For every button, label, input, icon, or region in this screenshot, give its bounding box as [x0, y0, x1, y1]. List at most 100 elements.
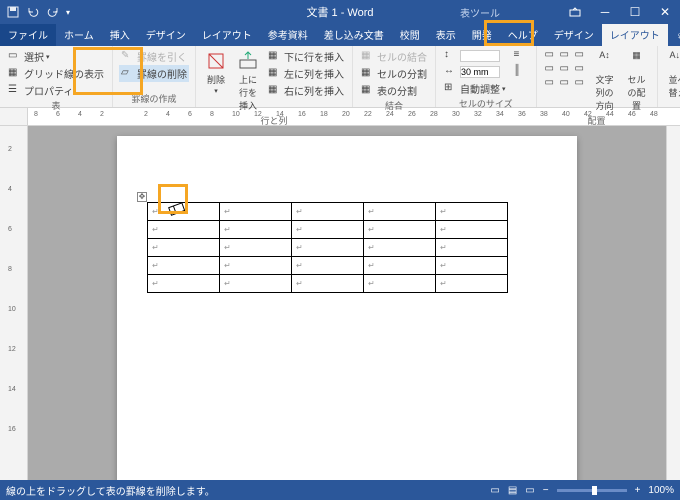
cell-margins-button[interactable]: ▦セルの配置 [623, 48, 651, 114]
view-read-icon[interactable]: ▤ [508, 485, 517, 496]
tab-ctx-design[interactable]: デザイン [546, 24, 602, 46]
table-cell[interactable]: ↵ [292, 221, 364, 239]
table-cell[interactable]: ↵ [436, 221, 508, 239]
close-icon[interactable]: ✕ [650, 0, 680, 24]
table-cell[interactable]: ↵ [364, 257, 436, 275]
align-br[interactable]: ▭ [573, 76, 587, 89]
page[interactable]: ✥ ↵↵↵↵↵↵↵↵↵↵↵↵↵↵↵↵↵↵↵↵↵↵↵↵↵ [117, 136, 577, 480]
ribbon-options-icon[interactable] [560, 0, 590, 24]
table-cell[interactable]: ↵ [364, 203, 436, 221]
tab-design[interactable]: デザイン [138, 24, 194, 46]
view-print-icon[interactable]: ▭ [490, 485, 499, 496]
width-input[interactable] [460, 66, 500, 78]
align-bl[interactable]: ▭ [543, 76, 557, 89]
dist-cols-button[interactable]: ║ [512, 64, 530, 80]
table-cell[interactable]: ↵ [436, 275, 508, 293]
tab-review[interactable]: 校閲 [392, 24, 428, 46]
table-cell[interactable]: ↵ [148, 257, 220, 275]
align-tr[interactable]: ▭ [573, 48, 587, 61]
redo-icon[interactable] [46, 5, 60, 19]
tab-home[interactable]: ホーム [56, 24, 102, 46]
insert-below-button[interactable]: ▦下に行を挿入 [266, 48, 346, 65]
select-button[interactable]: ▭選択▾ [6, 48, 106, 65]
table-move-handle[interactable]: ✥ [137, 192, 147, 202]
align-mr[interactable]: ▭ [573, 62, 587, 75]
qat-dropdown-icon[interactable]: ▾ [66, 8, 70, 17]
zoom-slider[interactable] [557, 489, 627, 492]
table-cell[interactable]: ↵ [220, 221, 292, 239]
insert-above-button[interactable]: 上に行を挿入 [234, 48, 262, 114]
table-cell[interactable]: ↵ [292, 257, 364, 275]
properties-button[interactable]: ☰プロパティ [6, 82, 106, 99]
table-cell[interactable]: ↵ [220, 275, 292, 293]
table-cell[interactable]: ↵ [220, 239, 292, 257]
tab-layout[interactable]: レイアウト [194, 24, 260, 46]
split-cells-button[interactable]: ▦セルの分割 [359, 65, 429, 82]
ruler-vertical[interactable]: 246810121416 [0, 126, 28, 480]
table[interactable]: ↵↵↵↵↵↵↵↵↵↵↵↵↵↵↵↵↵↵↵↵↵↵↵↵↵ [147, 202, 508, 293]
text-direction-button[interactable]: A↕文字列の方向 [591, 48, 619, 114]
zoom-value[interactable]: 100% [648, 485, 674, 496]
merge-cells-button[interactable]: ▦セルの結合 [359, 48, 429, 65]
tab-view[interactable]: 表示 [428, 24, 464, 46]
table-cell[interactable]: ↵ [364, 221, 436, 239]
align-mc[interactable]: ▭ [558, 62, 572, 75]
tab-ctx-layout[interactable]: レイアウト [602, 24, 668, 46]
table-cell[interactable]: ↵ [292, 203, 364, 221]
table-cell[interactable]: ↵ [436, 239, 508, 257]
table-cell[interactable]: ↵ [436, 203, 508, 221]
tab-help[interactable]: ヘルプ [500, 24, 546, 46]
gridlines-label: グリッド線の表示 [24, 66, 104, 81]
table-cell[interactable]: ↵ [148, 239, 220, 257]
col-width-field[interactable]: ↔ [442, 64, 508, 80]
table-cell[interactable]: ↵ [436, 257, 508, 275]
maximize-icon[interactable]: ☐ [620, 0, 650, 24]
autofit-label: 自動調整 [460, 81, 500, 96]
eraser-button[interactable]: ▱罫線の削除 [119, 65, 189, 82]
table-cell[interactable]: ↵ [364, 239, 436, 257]
save-icon[interactable] [6, 5, 20, 19]
delete-button[interactable]: 削除▾ [202, 48, 230, 97]
table-cell[interactable]: ↵ [292, 239, 364, 257]
zoom-in-icon[interactable]: + [635, 485, 641, 496]
tell-me[interactable]: ♀ 操作アシスト [668, 24, 680, 46]
table-cell[interactable]: ↵ [364, 275, 436, 293]
undo-icon[interactable] [26, 5, 40, 19]
autofit-button[interactable]: ⊞自動調整▾ [442, 80, 508, 97]
zoom-out-icon[interactable]: − [543, 485, 549, 496]
tab-insert[interactable]: 挿入 [102, 24, 138, 46]
table-cell[interactable]: ↵ [220, 257, 292, 275]
dist-rows-icon: ≡ [514, 49, 528, 63]
vruler-tick: 2 [8, 146, 12, 153]
align-ml[interactable]: ▭ [543, 62, 557, 75]
view-gridlines-button[interactable]: ▦グリッド線の表示 [6, 65, 106, 82]
table-cell[interactable]: ↵ [148, 275, 220, 293]
draw-border-button[interactable]: ✎罫線を引く [119, 48, 189, 65]
split-table-button[interactable]: ▦表の分割 [359, 82, 429, 99]
align-tl[interactable]: ▭ [543, 48, 557, 61]
ruler-horizontal[interactable]: 8642246810121416182022242628303234363840… [28, 108, 680, 125]
merge-icon: ▦ [361, 50, 375, 64]
view-web-icon[interactable]: ▭ [525, 485, 534, 496]
row-height-field[interactable]: ↕ [442, 48, 508, 64]
insert-right-button[interactable]: ▦右に列を挿入 [266, 82, 346, 99]
ruler-tick: 28 [430, 111, 438, 118]
tab-developer[interactable]: 開発 [464, 24, 500, 46]
height-input[interactable] [460, 50, 500, 62]
minimize-icon[interactable]: ─ [590, 0, 620, 24]
dist-rows-button[interactable]: ≡ [512, 48, 530, 64]
sort-button[interactable]: A↓Z並べ替え [664, 48, 680, 101]
ruler-area: 8642246810121416182022242628303234363840… [0, 108, 680, 126]
scrollbar-vertical[interactable] [666, 126, 680, 480]
tab-file[interactable]: ファイル [0, 24, 56, 46]
table-cell[interactable]: ↵ [220, 203, 292, 221]
tab-references[interactable]: 参考資料 [260, 24, 316, 46]
tab-mailings[interactable]: 差し込み文書 [316, 24, 392, 46]
align-bc[interactable]: ▭ [558, 76, 572, 89]
canvas[interactable]: ✥ ↵↵↵↵↵↵↵↵↵↵↵↵↵↵↵↵↵↵↵↵↵↵↵↵↵ [28, 126, 666, 480]
insert-left-button[interactable]: ▦左に列を挿入 [266, 65, 346, 82]
table-cell[interactable]: ↵ [148, 221, 220, 239]
align-tc[interactable]: ▭ [558, 48, 572, 61]
table-cell[interactable]: ↵ [292, 275, 364, 293]
split-table-icon: ▦ [361, 84, 375, 98]
